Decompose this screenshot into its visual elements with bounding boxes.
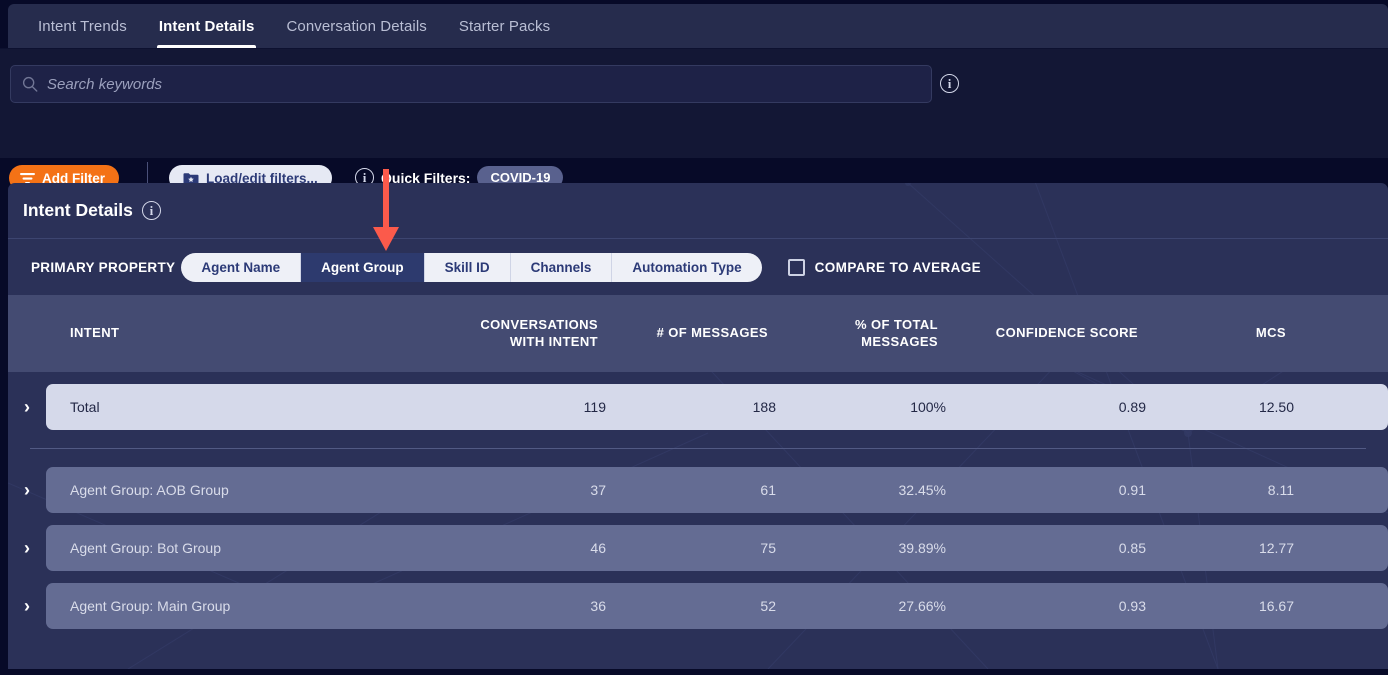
primary-property-label: PRIMARY PROPERTY <box>31 259 176 275</box>
segment-label: Automation Type <box>632 259 742 275</box>
table-spacer <box>8 571 1388 583</box>
tab-label: Conversation Details <box>286 17 427 35</box>
cell-conversations: 119 <box>583 399 606 415</box>
cell-mcs: 8.11 <box>1267 482 1294 498</box>
search-info-icon[interactable]: i <box>940 74 959 93</box>
tab-bar: Intent Trends Intent Details Conversatio… <box>8 4 1388 48</box>
column-header-line-1: CONVERSATIONS <box>480 316 598 332</box>
intent-details-page: Intent Trends Intent Details Conversatio… <box>0 0 1388 675</box>
table-row-wrapper: › Agent Group: AOB Group 37 61 32.45% 0.… <box>8 467 1388 513</box>
column-header-confidence-score[interactable]: CONFIDENCE SCORE <box>938 325 1138 342</box>
annotation-arrow-down-icon <box>373 169 399 251</box>
tab-label: Intent Details <box>158 17 255 35</box>
tab-label: Intent Trends <box>38 17 127 35</box>
search-input[interactable] <box>47 75 921 93</box>
cell-confidence: 0.93 <box>1118 598 1146 614</box>
segment-label: Channels <box>530 259 592 275</box>
cell-messages: 52 <box>760 598 776 614</box>
tab-conversation-details[interactable]: Conversation Details <box>270 4 442 48</box>
cell-confidence: 0.89 <box>1118 399 1146 415</box>
cell-intent: Total <box>70 399 100 415</box>
cell-intent: Agent Group: Main Group <box>70 598 231 614</box>
cell-messages: 61 <box>760 482 776 498</box>
segment-label: Agent Name <box>201 259 281 275</box>
column-header-line-1: % OF TOTAL <box>855 316 938 332</box>
expand-row-chevron-icon[interactable]: › <box>16 596 38 617</box>
compare-to-average-toggle[interactable]: COMPARE TO AVERAGE <box>787 258 982 276</box>
table-spacer <box>8 430 1388 448</box>
primary-property-bar: PRIMARY PROPERTY Agent Name Agent Group … <box>8 239 1388 295</box>
expand-row-chevron-icon[interactable]: › <box>16 397 38 418</box>
primary-property-segmented-control: Agent Name Agent Group Skill ID Channels… <box>181 252 762 282</box>
cell-percent: 32.45% <box>898 482 946 498</box>
column-header-line-2: WITH INTENT <box>509 333 598 349</box>
search-box[interactable] <box>10 65 932 103</box>
table-row[interactable]: Agent Group: AOB Group 37 61 32.45% 0.91… <box>46 467 1388 513</box>
expand-row-chevron-icon[interactable]: › <box>16 480 38 501</box>
cell-conversations: 36 <box>590 598 606 614</box>
column-header-percent-of-total-messages[interactable]: % OF TOTAL MESSAGES <box>768 317 938 350</box>
segment-label: Skill ID <box>444 259 490 275</box>
cell-conversations: 46 <box>590 540 606 556</box>
intent-details-panel: Intent Details i PRIMARY PROPERTY Agent … <box>8 183 1388 669</box>
panel-header: Intent Details i <box>8 183 1388 239</box>
table-header-row: INTENT CONVERSATIONS WITH INTENT # OF ME… <box>8 295 1388 372</box>
table-spacer <box>8 372 1388 384</box>
cell-intent: Agent Group: AOB Group <box>70 482 229 498</box>
table-row[interactable]: Agent Group: Main Group 36 52 27.66% 0.9… <box>46 583 1388 629</box>
expand-row-chevron-icon[interactable]: › <box>16 538 38 559</box>
column-header-conversations-with-intent[interactable]: CONVERSATIONS WITH INTENT <box>428 317 598 350</box>
cell-mcs: 12.50 <box>1258 399 1294 415</box>
cell-mcs: 16.67 <box>1258 598 1294 614</box>
tab-intent-trends[interactable]: Intent Trends <box>22 4 143 48</box>
segment-channels[interactable]: Channels <box>511 252 613 282</box>
cell-percent: 39.89% <box>898 540 946 556</box>
filter-bar: i Add Filter Load/edit filters... i Quic… <box>0 48 1388 194</box>
table-row[interactable]: Agent Group: Bot Group 46 75 39.89% 0.85… <box>46 525 1388 571</box>
table-spacer <box>8 513 1388 525</box>
tab-starter-packs[interactable]: Starter Packs <box>443 4 566 48</box>
page-title: Intent Details <box>23 200 133 220</box>
intent-table: INTENT CONVERSATIONS WITH INTENT # OF ME… <box>8 295 1388 629</box>
panel-info-icon[interactable]: i <box>141 201 161 220</box>
column-header-number-of-messages[interactable]: # OF MESSAGES <box>598 325 768 342</box>
cell-confidence: 0.85 <box>1118 540 1146 556</box>
segment-agent-name[interactable]: Agent Name <box>181 252 302 282</box>
segment-automation-type[interactable]: Automation Type <box>612 253 761 282</box>
segment-skill-id[interactable]: Skill ID <box>425 252 511 282</box>
tab-label: Starter Packs <box>458 17 551 35</box>
cell-conversations: 37 <box>590 482 606 498</box>
compare-to-average-label: COMPARE TO AVERAGE <box>814 259 982 275</box>
cell-mcs: 12.77 <box>1258 540 1294 556</box>
cell-intent: Agent Group: Bot Group <box>70 540 221 556</box>
cell-messages: 75 <box>760 540 776 556</box>
compare-to-average-checkbox[interactable] <box>787 258 805 276</box>
column-header-intent[interactable]: INTENT <box>38 325 428 342</box>
column-header-line-2: MESSAGES <box>861 333 938 349</box>
column-header-mcs[interactable]: MCS <box>1138 325 1308 342</box>
table-spacer <box>8 449 1388 467</box>
cell-messages: 188 <box>752 399 776 415</box>
cell-percent: 27.66% <box>898 598 946 614</box>
segment-agent-group[interactable]: Agent Group <box>301 252 425 282</box>
table-row-total-wrapper: › Total 119 188 100% 0.89 12.50 <box>8 384 1388 430</box>
cell-percent: 100% <box>910 399 946 415</box>
cell-confidence: 0.91 <box>1118 482 1146 498</box>
segment-label: Agent Group <box>321 259 404 275</box>
search-icon <box>22 76 38 92</box>
table-row[interactable]: Total 119 188 100% 0.89 12.50 <box>46 384 1388 430</box>
table-row-wrapper: › Agent Group: Main Group 36 52 27.66% 0… <box>8 583 1388 629</box>
tab-intent-details[interactable]: Intent Details <box>143 4 271 48</box>
table-row-wrapper: › Agent Group: Bot Group 46 75 39.89% 0.… <box>8 525 1388 571</box>
